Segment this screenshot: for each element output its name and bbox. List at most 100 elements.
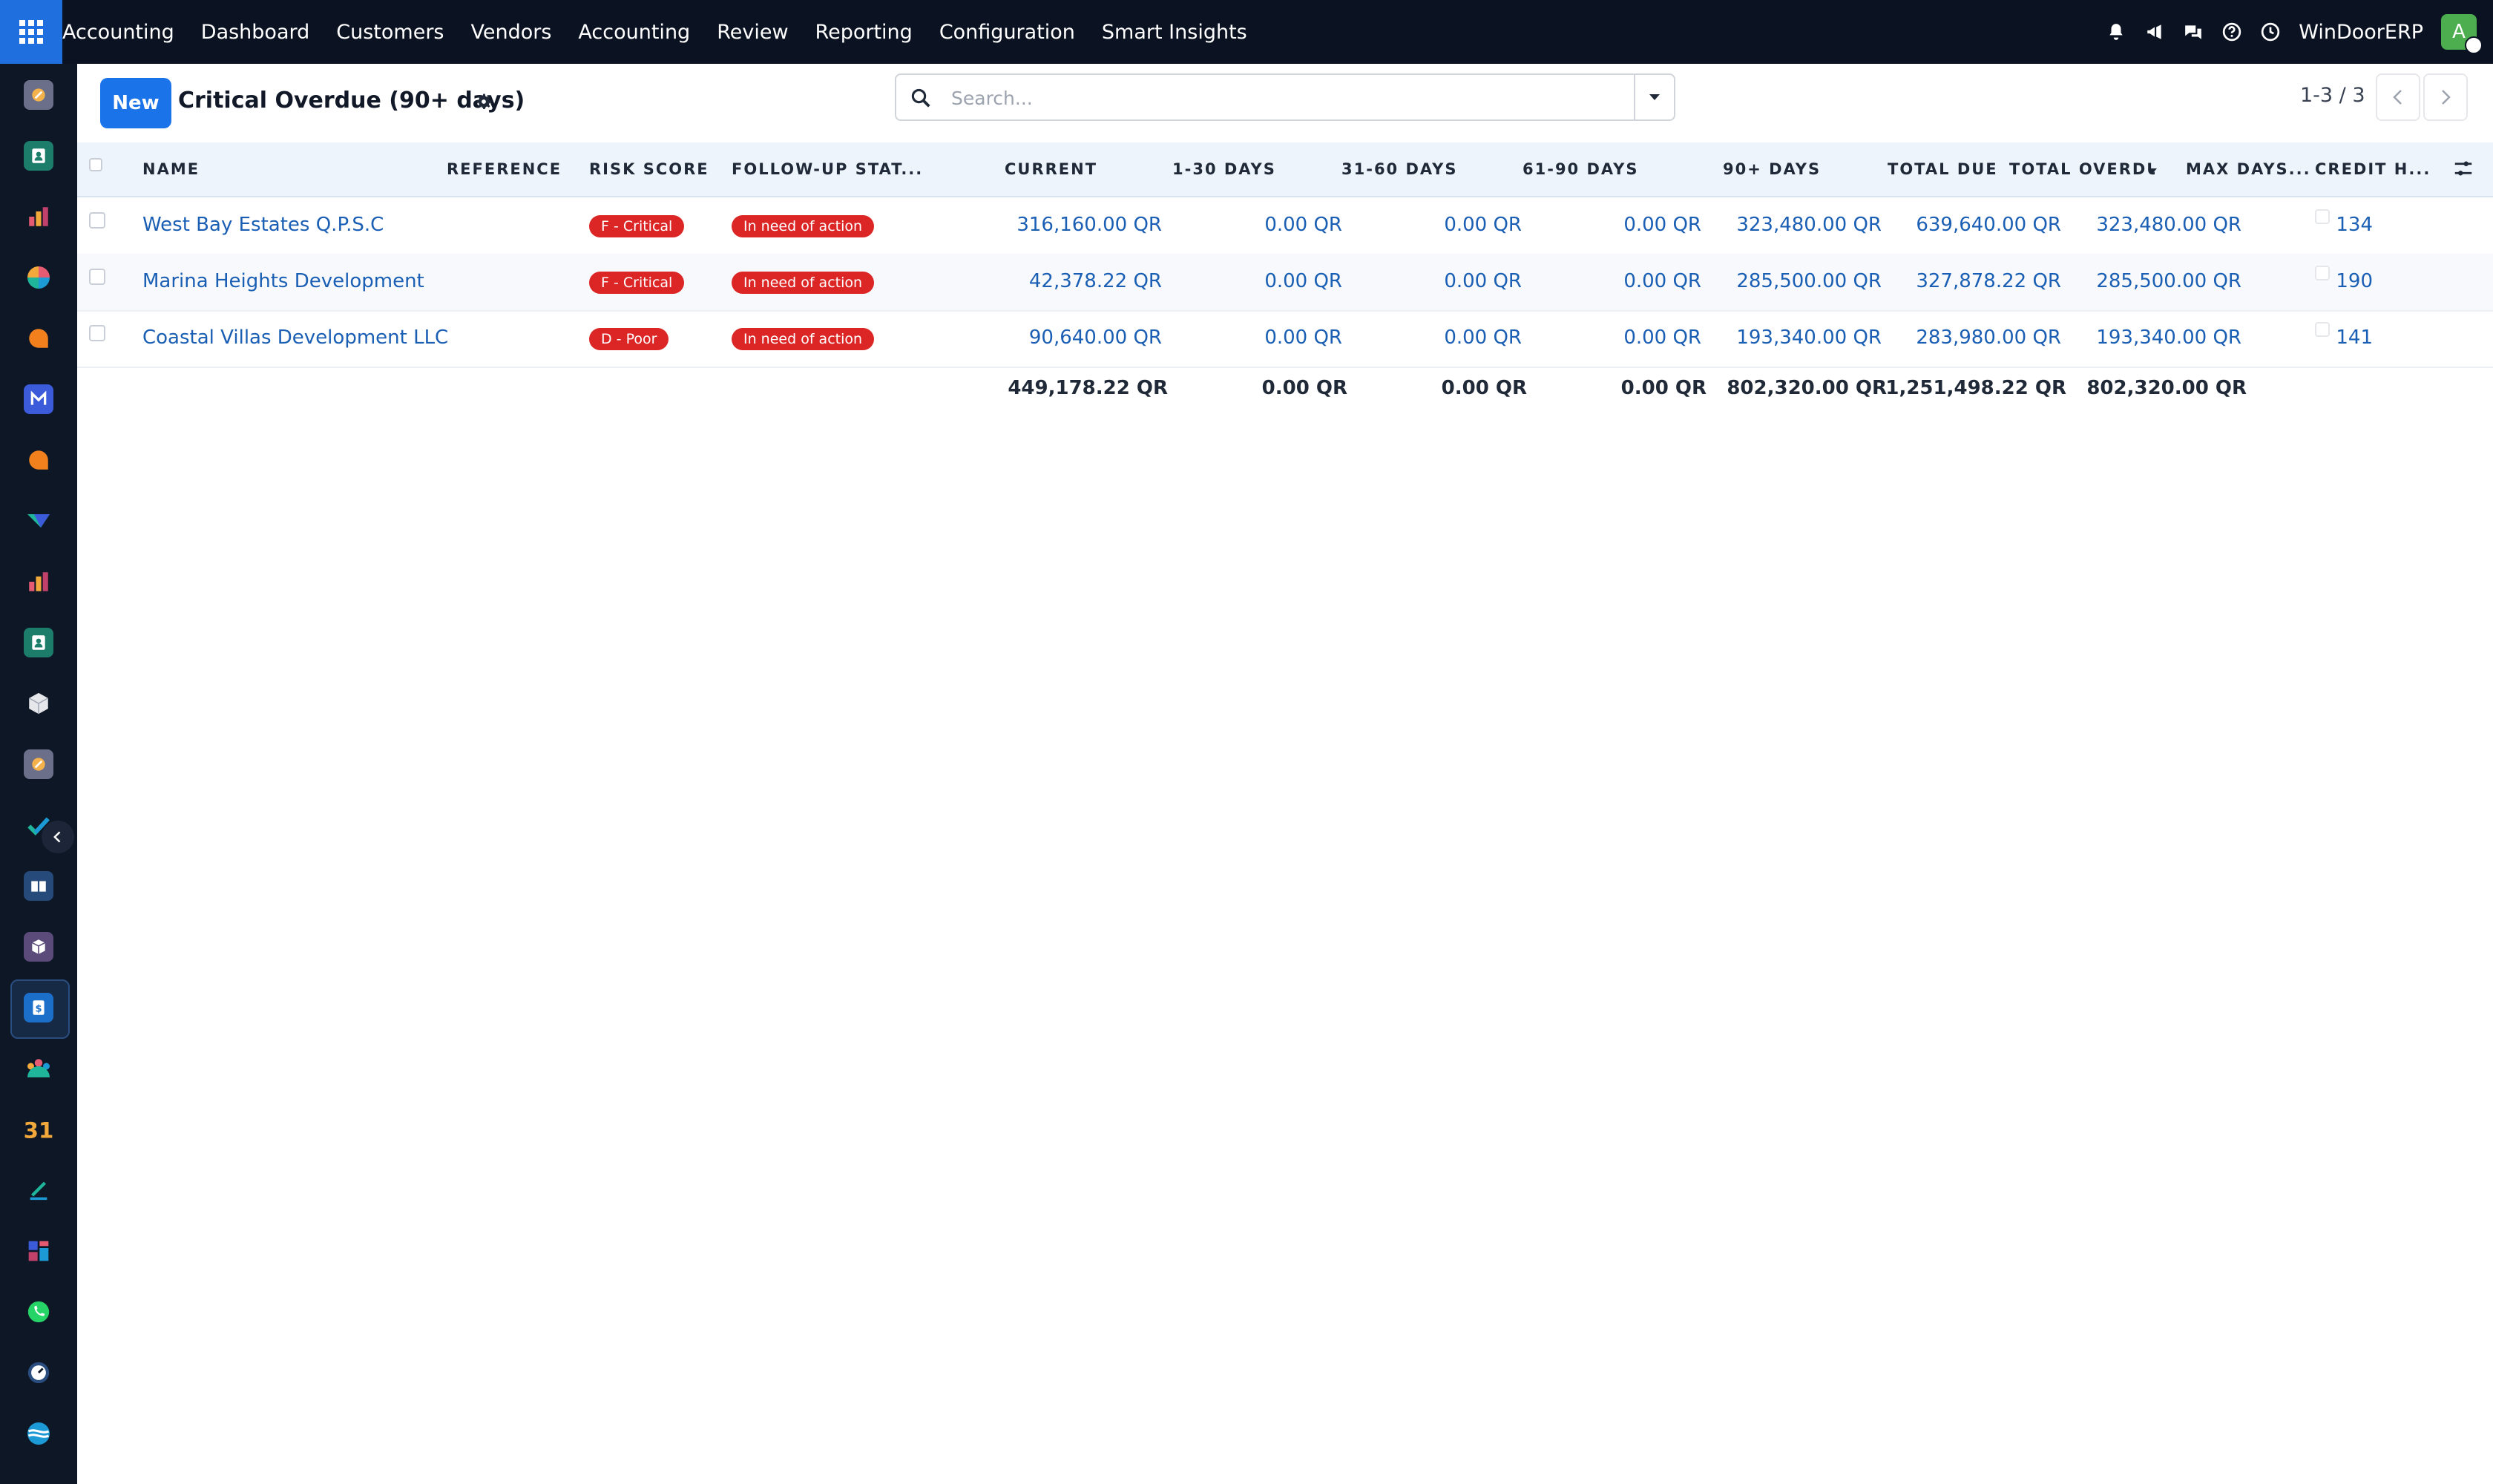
cell-max-days[interactable]: 141 bbox=[2336, 326, 2373, 349]
new-button[interactable]: New bbox=[100, 78, 171, 128]
timer-icon[interactable] bbox=[24, 1358, 53, 1388]
knowledge-icon[interactable] bbox=[24, 749, 53, 779]
table-totals-row: 449,178.22 QR 0.00 QR 0.00 QR 0.00 QR 80… bbox=[77, 367, 2493, 411]
help-icon[interactable] bbox=[2221, 22, 2242, 42]
calendar-icon[interactable]: 31 bbox=[24, 1114, 53, 1144]
cell-name[interactable]: Marina Heights Development bbox=[142, 270, 424, 292]
cell-90-plus-days[interactable]: 193,340.00 QR bbox=[1736, 326, 1882, 349]
table-row[interactable]: Coastal Villas Development LLC D - Poor … bbox=[77, 310, 2493, 368]
cell-total-overdue[interactable]: 323,480.00 QR bbox=[2096, 214, 2241, 236]
pager-next-button[interactable] bbox=[2423, 73, 2468, 121]
column-31-60-days[interactable]: 31-60 DAYS bbox=[1341, 160, 1457, 178]
documents-icon[interactable] bbox=[24, 506, 53, 536]
column-current[interactable]: CURRENT bbox=[1005, 160, 1097, 178]
live-chat-icon[interactable] bbox=[24, 324, 53, 353]
column-61-90-days[interactable]: 61-90 DAYS bbox=[1523, 160, 1638, 178]
cell-max-days[interactable]: 134 bbox=[2336, 214, 2373, 236]
cell-total-due[interactable]: 639,640.00 QR bbox=[1916, 214, 2061, 236]
cell-90-plus-days[interactable]: 323,480.00 QR bbox=[1736, 214, 1882, 236]
invoicing-icon[interactable]: $ bbox=[24, 993, 53, 1022]
employees-icon[interactable] bbox=[24, 628, 53, 657]
table-row[interactable]: West Bay Estates Q.P.S.C F - Critical In… bbox=[77, 197, 2493, 255]
column-total-due[interactable]: TOTAL DUE bbox=[1888, 160, 1998, 178]
cell-total-overdue[interactable]: 285,500.00 QR bbox=[2096, 270, 2241, 292]
clock-icon[interactable] bbox=[2260, 22, 2281, 42]
column-credit-hold[interactable]: CREDIT H... bbox=[2315, 160, 2431, 178]
column-name[interactable]: NAME bbox=[142, 160, 200, 178]
table-row[interactable]: Marina Heights Development F - Critical … bbox=[77, 254, 2493, 312]
menu-accounting[interactable]: Accounting bbox=[578, 21, 690, 44]
spreadsheet-icon[interactable] bbox=[24, 567, 53, 597]
cell-current[interactable]: 42,378.22 QR bbox=[1029, 270, 1162, 292]
column-90-plus-days[interactable]: 90+ DAYS bbox=[1723, 160, 1821, 178]
column-1-30-days[interactable]: 1-30 DAYS bbox=[1172, 160, 1276, 178]
team-icon[interactable] bbox=[24, 1054, 53, 1083]
email-marketing-icon[interactable] bbox=[24, 384, 53, 414]
cell-total-due[interactable]: 283,980.00 QR bbox=[1916, 326, 2061, 349]
cell-1-30-days[interactable]: 0.00 QR bbox=[1264, 326, 1342, 349]
user-avatar[interactable]: A bbox=[2441, 14, 2483, 54]
cell-total-overdue[interactable]: 193,340.00 QR bbox=[2096, 326, 2241, 349]
menu-smart-insights[interactable]: Smart Insights bbox=[1102, 21, 1247, 44]
cell-61-90-days[interactable]: 0.00 QR bbox=[1623, 326, 1701, 349]
reporting-icon[interactable] bbox=[24, 202, 53, 232]
cell-31-60-days[interactable]: 0.00 QR bbox=[1444, 214, 1522, 236]
app-name[interactable]: Accounting bbox=[62, 21, 174, 44]
cell-90-plus-days[interactable]: 285,500.00 QR bbox=[1736, 270, 1882, 292]
column-settings-icon[interactable] bbox=[2451, 157, 2475, 180]
search-input[interactable] bbox=[950, 82, 1591, 114]
column-risk-score[interactable]: RISK SCORE bbox=[589, 160, 709, 178]
pager-previous-button[interactable] bbox=[2376, 73, 2420, 121]
dashboards-icon[interactable] bbox=[24, 263, 53, 292]
studio-icon[interactable] bbox=[24, 871, 53, 901]
select-all-checkbox[interactable] bbox=[89, 158, 102, 171]
contacts-icon[interactable] bbox=[24, 141, 53, 171]
row-checkbox[interactable] bbox=[89, 269, 105, 285]
column-max-days[interactable]: MAX DAYS... bbox=[2186, 160, 2311, 178]
row-checkbox[interactable] bbox=[89, 325, 105, 341]
row-checkbox[interactable] bbox=[89, 212, 105, 229]
menu-customers[interactable]: Customers bbox=[336, 21, 444, 44]
cell-61-90-days[interactable]: 0.00 QR bbox=[1623, 270, 1701, 292]
chat-icon[interactable] bbox=[2183, 22, 2204, 42]
company-switcher[interactable]: WinDoorERP bbox=[2299, 21, 2423, 44]
sign-icon[interactable] bbox=[24, 1175, 53, 1205]
discuss-icon[interactable] bbox=[24, 80, 53, 110]
apps-icon[interactable] bbox=[24, 1236, 53, 1266]
barcode-icon[interactable] bbox=[24, 932, 53, 962]
cell-total-due[interactable]: 327,878.22 QR bbox=[1916, 270, 2061, 292]
cell-name[interactable]: West Bay Estates Q.P.S.C bbox=[142, 214, 384, 236]
cell-max-days[interactable]: 190 bbox=[2336, 270, 2373, 292]
cell-1-30-days[interactable]: 0.00 QR bbox=[1264, 214, 1342, 236]
credit-hold-checkbox[interactable] bbox=[2315, 266, 2330, 280]
gear-icon[interactable] bbox=[473, 91, 494, 112]
website-icon[interactable] bbox=[24, 1419, 53, 1448]
megaphone-icon[interactable] bbox=[2144, 22, 2165, 42]
whatsapp-icon[interactable] bbox=[24, 1297, 53, 1327]
bell-icon[interactable] bbox=[2106, 22, 2126, 42]
menu-dashboard[interactable]: Dashboard bbox=[201, 21, 309, 44]
column-followup-status[interactable]: FOLLOW-UP STAT... bbox=[732, 160, 923, 178]
risk-badge: D - Poor bbox=[589, 328, 669, 350]
cell-name[interactable]: Coastal Villas Development LLC bbox=[142, 326, 448, 349]
pager-value[interactable]: 1-3 / 3 bbox=[2300, 84, 2365, 107]
column-total-overdue[interactable]: TOTAL OVERDUI bbox=[2009, 160, 2155, 178]
cell-31-60-days[interactable]: 0.00 QR bbox=[1444, 326, 1522, 349]
credit-hold-checkbox[interactable] bbox=[2315, 209, 2330, 224]
credit-hold-checkbox[interactable] bbox=[2315, 322, 2330, 337]
cell-31-60-days[interactable]: 0.00 QR bbox=[1444, 270, 1522, 292]
cell-current[interactable]: 90,640.00 QR bbox=[1029, 326, 1162, 349]
helpdesk-icon[interactable] bbox=[24, 445, 53, 475]
menu-reporting[interactable]: Reporting bbox=[815, 21, 913, 44]
search-options-toggle[interactable] bbox=[1634, 75, 1674, 119]
column-reference[interactable]: REFERENCE bbox=[447, 160, 562, 178]
sidebar-collapse-button[interactable] bbox=[42, 821, 74, 853]
menu-vendors[interactable]: Vendors bbox=[470, 21, 551, 44]
app-menu-button[interactable] bbox=[0, 0, 62, 64]
cell-current[interactable]: 316,160.00 QR bbox=[1016, 214, 1162, 236]
menu-review[interactable]: Review bbox=[717, 21, 788, 44]
menu-configuration[interactable]: Configuration bbox=[939, 21, 1075, 44]
cell-61-90-days[interactable]: 0.00 QR bbox=[1623, 214, 1701, 236]
cell-1-30-days[interactable]: 0.00 QR bbox=[1264, 270, 1342, 292]
inventory-icon[interactable] bbox=[24, 689, 53, 718]
